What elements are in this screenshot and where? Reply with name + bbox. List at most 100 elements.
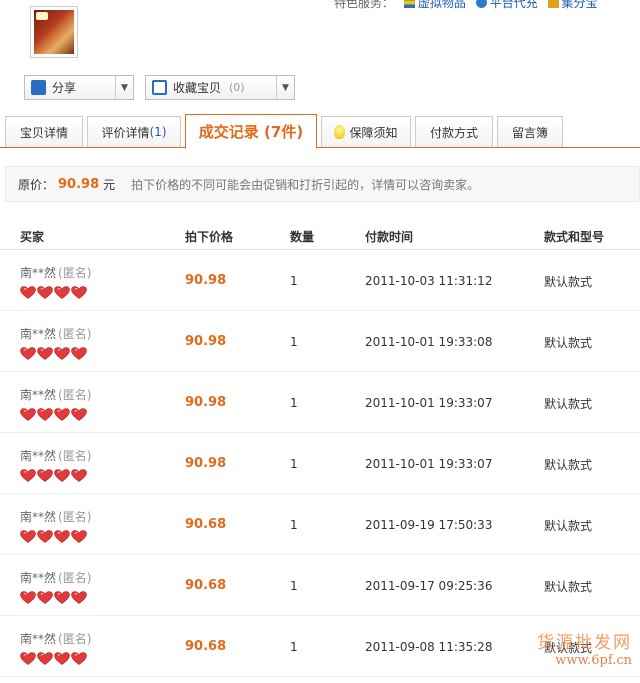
product-image bbox=[34, 10, 74, 54]
tab-guestbook[interactable]: 留言簿 bbox=[497, 116, 563, 147]
original-price-value: 90.98 bbox=[58, 176, 100, 192]
heart-icon bbox=[20, 530, 36, 543]
featured-services: 特色服务： 虚拟物品 平台代充 集分宝 bbox=[334, 0, 598, 11]
table-row: 南**然 (匿名) 90.98 1 2011-10-01 19:33:08 默认款式 bbox=[0, 311, 640, 372]
anonymous-tag: (匿名) bbox=[58, 449, 92, 463]
heart-icon bbox=[54, 652, 70, 665]
heart-icon bbox=[71, 530, 87, 543]
payment-time: 2011-09-08 11:35:28 bbox=[365, 640, 493, 654]
heart-icon bbox=[54, 347, 70, 360]
site-watermark: 货源批发网 www.6pf.cn bbox=[537, 628, 632, 668]
payment-time: 2011-10-01 19:33:07 bbox=[365, 457, 493, 471]
service-virtual-goods[interactable]: 虚拟物品 bbox=[403, 0, 466, 10]
buyer-credit-rating bbox=[20, 408, 87, 421]
header-style: 款式和型号 bbox=[544, 230, 605, 244]
quantity: 1 bbox=[290, 518, 298, 532]
header-time: 付款时间 bbox=[365, 230, 414, 244]
heart-icon bbox=[71, 652, 87, 665]
tab-transactions[interactable]: 成交记录 (7件) bbox=[185, 114, 317, 149]
deal-price: 90.68 bbox=[185, 517, 227, 532]
buyer-name: 南**然 (匿名) bbox=[20, 327, 92, 341]
heart-icon bbox=[37, 469, 53, 482]
quantity: 1 bbox=[290, 274, 298, 288]
deal-price: 90.98 bbox=[185, 395, 227, 410]
heart-icon bbox=[20, 347, 36, 360]
buyer-name: 南**然 (匿名) bbox=[20, 266, 92, 280]
quantity: 1 bbox=[290, 396, 298, 410]
anonymous-tag: (匿名) bbox=[58, 266, 92, 280]
service-platform-recharge[interactable]: 平台代充 bbox=[475, 0, 538, 10]
heart-icon bbox=[20, 286, 36, 299]
deal-price: 90.68 bbox=[185, 578, 227, 593]
heart-icon bbox=[71, 591, 87, 604]
heart-icon bbox=[37, 408, 53, 421]
dropdown-arrow-icon[interactable]: ▼ bbox=[276, 76, 294, 99]
heart-icon bbox=[54, 469, 70, 482]
table-row: 南**然 (匿名) 90.98 1 2011-10-03 11:31:12 默认款式 bbox=[0, 250, 640, 311]
table-header: 买家 拍下价格 数量 付款时间 款式和型号 bbox=[0, 220, 640, 250]
quantity: 1 bbox=[290, 335, 298, 349]
payment-time: 2011-10-01 19:33:07 bbox=[365, 396, 493, 410]
recharge-icon bbox=[475, 0, 487, 8]
tab-guarantee[interactable]: 保障须知 bbox=[321, 116, 411, 147]
buyer-credit-rating bbox=[20, 469, 87, 482]
currency-unit: 元 bbox=[103, 177, 116, 192]
tab-payment[interactable]: 付款方式 bbox=[415, 116, 493, 147]
item-style: 默认款式 bbox=[544, 397, 593, 411]
heart-icon bbox=[20, 408, 36, 421]
table-row: 南**然 (匿名) 90.98 1 2011-10-01 19:33:07 默认款式 bbox=[0, 433, 640, 494]
heart-icon bbox=[71, 286, 87, 299]
item-style: 默认款式 bbox=[544, 458, 593, 472]
heart-icon bbox=[54, 408, 70, 421]
table-row: 南**然 (匿名) 90.98 1 2011-10-01 19:33:07 默认款式 bbox=[0, 372, 640, 433]
buyer-credit-rating bbox=[20, 530, 87, 543]
buyer-name: 南**然 (匿名) bbox=[20, 571, 92, 585]
buyer-name: 南**然 (匿名) bbox=[20, 510, 92, 524]
table-row: 南**然 (匿名) 90.68 1 2011-09-17 09:25:36 默认款式 bbox=[0, 555, 640, 616]
favorite-dropdown[interactable]: 收藏宝贝 (0) ▼ bbox=[145, 75, 295, 100]
service-jifenbao[interactable]: 集分宝 bbox=[547, 0, 598, 10]
table-row: 南**然 (匿名) 90.68 1 2011-09-19 17:50:33 默认款式 bbox=[0, 494, 640, 555]
anonymous-tag: (匿名) bbox=[58, 571, 92, 585]
item-style: 默认款式 bbox=[544, 336, 593, 350]
original-price-label: 原价： bbox=[18, 177, 55, 192]
favorite-icon bbox=[152, 80, 167, 95]
favorite-label: 收藏宝贝 bbox=[173, 81, 222, 95]
heart-icon bbox=[54, 286, 70, 299]
anonymous-tag: (匿名) bbox=[58, 510, 92, 524]
heart-icon bbox=[71, 469, 87, 482]
tab-reviews[interactable]: 评价详情 (1) bbox=[87, 116, 181, 147]
buyer-credit-rating bbox=[20, 286, 87, 299]
watermark-url: www.6pf.cn bbox=[555, 653, 632, 668]
heart-icon bbox=[54, 530, 70, 543]
heart-icon bbox=[54, 591, 70, 604]
dropdown-arrow-icon[interactable]: ▼ bbox=[115, 76, 133, 99]
buyer-name: 南**然 (匿名) bbox=[20, 449, 92, 463]
buyer-credit-rating bbox=[20, 347, 87, 360]
heart-icon bbox=[20, 652, 36, 665]
payment-time: 2011-10-01 19:33:08 bbox=[365, 335, 493, 349]
share-label: 分享 bbox=[52, 81, 77, 95]
buyer-name: 南**然 (匿名) bbox=[20, 632, 92, 646]
item-style: 默认款式 bbox=[544, 519, 593, 533]
heart-icon bbox=[20, 469, 36, 482]
buyer-credit-rating bbox=[20, 652, 87, 665]
deal-price: 90.98 bbox=[185, 456, 227, 471]
anonymous-tag: (匿名) bbox=[58, 388, 92, 402]
quantity: 1 bbox=[290, 457, 298, 471]
product-thumbnail[interactable] bbox=[30, 6, 78, 58]
share-dropdown[interactable]: 分享 ▼ bbox=[24, 75, 134, 100]
tab-item-details[interactable]: 宝贝详情 bbox=[5, 116, 83, 147]
watermark-title: 货源批发网 bbox=[537, 633, 632, 653]
heart-icon bbox=[71, 347, 87, 360]
tab-bar: 宝贝详情 评价详情 (1) 成交记录 (7件) 保障须知 付款方式 留言簿 bbox=[0, 114, 640, 149]
header-price: 拍下价格 bbox=[185, 230, 234, 244]
buyer-name: 南**然 (匿名) bbox=[20, 388, 92, 402]
item-style: 默认款式 bbox=[544, 580, 593, 594]
heart-icon bbox=[71, 408, 87, 421]
heart-icon bbox=[37, 530, 53, 543]
favorite-count: (0) bbox=[229, 81, 245, 94]
item-style: 默认款式 bbox=[544, 275, 593, 289]
original-price-bar: 原价： 90.98 元 拍下价格的不同可能会由促销和打折引起的，详情可以咨询卖家… bbox=[5, 166, 640, 202]
buyer-credit-rating bbox=[20, 591, 87, 604]
